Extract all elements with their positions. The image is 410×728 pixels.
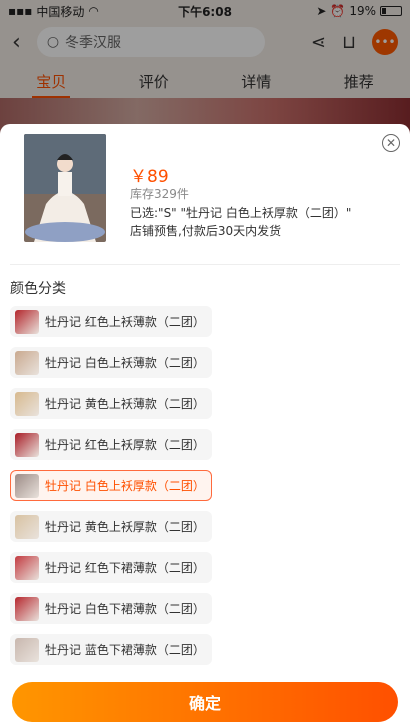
option-thumbnail [15, 514, 39, 539]
option-label: 牡丹记 黄色上袄薄款（二团） [45, 397, 205, 411]
color-option[interactable]: 牡丹记 黄色上袄薄款（二团） [10, 388, 212, 419]
color-option[interactable]: 牡丹记 白色下裙薄款（二团） [10, 593, 212, 624]
color-option[interactable]: 牡丹记 白色上袄厚款（二团） [10, 470, 212, 501]
price: ￥89 [130, 167, 169, 187]
stock-count: 库存329件 [130, 187, 189, 201]
option-thumbnail [15, 473, 39, 498]
option-thumbnail [15, 309, 39, 334]
option-thumbnail [15, 391, 39, 416]
option-label: 牡丹记 白色下裙薄款（二团） [45, 602, 205, 616]
shipping-info: 店铺预售,付款后30天内发货 [130, 224, 282, 238]
option-thumbnail [15, 432, 39, 457]
option-thumbnail [15, 637, 39, 662]
option-thumbnail [15, 350, 39, 375]
confirm-button[interactable]: 确定 [12, 682, 398, 722]
color-option[interactable]: 牡丹记 红色上袄薄款（二团） [10, 306, 212, 337]
option-label: 牡丹记 白色上袄厚款（二团） [45, 479, 205, 493]
option-label: 牡丹记 红色上袄薄款（二团） [45, 315, 205, 329]
option-label: 牡丹记 红色下裙薄款（二团） [45, 561, 205, 575]
option-label: 牡丹记 红色上袄厚款（二团） [45, 438, 205, 452]
option-label: 牡丹记 黄色上袄厚款（二团） [45, 520, 205, 534]
option-label: 牡丹记 蓝色下裙薄款（二团） [45, 643, 205, 657]
product-thumbnail-art [24, 134, 106, 242]
option-label: 牡丹记 白色上袄薄款（二团） [45, 356, 205, 370]
close-icon[interactable]: ✕ [382, 134, 400, 152]
color-option[interactable]: 牡丹记 白色上袄薄款（二团） [10, 347, 212, 378]
option-thumbnail [15, 596, 39, 621]
product-thumbnail[interactable] [24, 134, 106, 242]
color-option[interactable]: 牡丹记 红色下裙薄款（二团） [10, 552, 212, 583]
divider [10, 264, 400, 265]
sku-selector-sheet: ✕ ￥89 库存329件 已选:"S" "牡丹记 白色上袄厚款（二团）" 店铺预… [0, 124, 410, 728]
color-option[interactable]: 牡丹记 红色上袄厚款（二团） [10, 429, 212, 460]
color-option[interactable]: 牡丹记 蓝色下裙薄款（二团） [10, 634, 212, 665]
option-thumbnail [15, 555, 39, 580]
selected-summary: 已选:"S" "牡丹记 白色上袄厚款（二团）" [130, 206, 352, 220]
color-options-list: 牡丹记 红色上袄薄款（二团） 牡丹记 白色上袄薄款（二团） 牡丹记 黄色上袄薄款（二… [10, 306, 212, 665]
color-option[interactable]: 牡丹记 黄色上袄厚款（二团） [10, 511, 212, 542]
color-category-title: 颜色分类 [10, 281, 66, 297]
